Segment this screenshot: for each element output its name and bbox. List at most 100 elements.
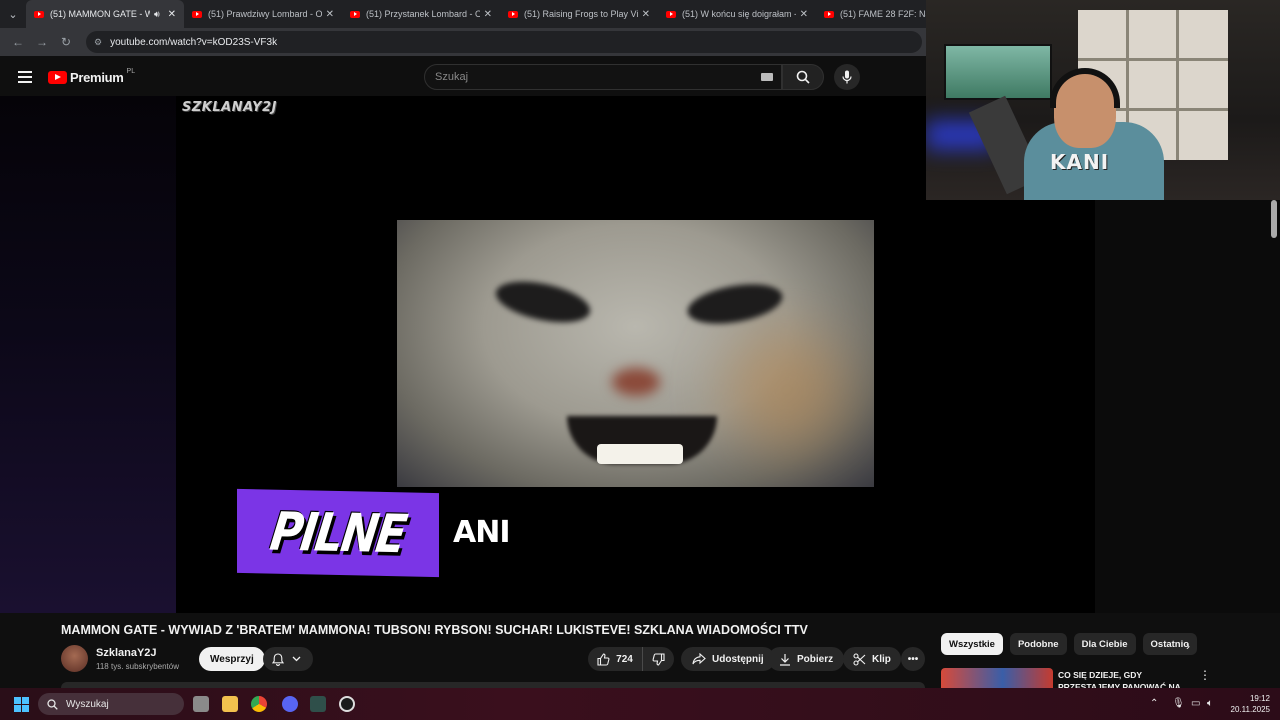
page-scrollbar[interactable] [1271, 200, 1277, 238]
youtube-favicon-icon [508, 10, 518, 18]
microphone-icon[interactable]: 🎙︎ [1172, 698, 1185, 709]
youtube-favicon-icon [824, 10, 834, 18]
windows-taskbar: Wyszukaj ⌃ 🎙︎ ▭ 🔈︎ 19:12 20.11.2025 [0, 688, 1280, 720]
youtube-favicon-icon [34, 10, 44, 18]
youtube-favicon-icon [350, 10, 360, 18]
close-tab-icon[interactable]: ✕ [168, 9, 176, 20]
cat-teeth [597, 444, 683, 464]
channel-avatar[interactable] [61, 645, 88, 672]
more-horizontal-icon: ••• [907, 653, 919, 665]
chevron-right-icon[interactable]: › [1186, 639, 1190, 653]
tab-przystanek-lombard[interactable]: (51) Przystanek Lombard - Odc ✕ [342, 0, 500, 28]
recommended-video-thumbnail[interactable] [941, 668, 1053, 688]
ambient-glow-right [1095, 200, 1280, 613]
like-button[interactable]: 724 [588, 647, 643, 671]
screen: ⌄ (51) MAMMON GATE - WYWIAD 🔊︎ ✕ (51) Pr… [0, 0, 1280, 720]
site-info-icon[interactable]: ⚙ [94, 37, 102, 48]
video-title: MAMMON GATE - WYWIAD Z 'BRATEM' MAMMONA!… [61, 623, 808, 637]
voice-search-button[interactable] [834, 64, 860, 90]
webcam-overlay: KANI [926, 0, 1280, 200]
clip-label: Klip [872, 653, 891, 665]
tab-w-koncu[interactable]: (51) W końcu się doigrałam - w ✕ [658, 0, 816, 28]
tab-prawdziwy-lombard[interactable]: (51) Prawdziwy Lombard - Odc ✕ [184, 0, 342, 28]
channel-watermark: SZKLANAY2J [182, 100, 277, 115]
clip-button[interactable]: Klip [843, 647, 901, 671]
tab-raising-frogs[interactable]: (51) Raising Frogs to Play Video ✕ [500, 0, 658, 28]
cat-nose [612, 368, 660, 396]
cat-image [397, 220, 874, 487]
more-vertical-icon[interactable]: ⋮ [1199, 668, 1211, 682]
dislike-button[interactable] [643, 647, 674, 671]
cat-eye [492, 274, 594, 330]
video-details: MAMMON GATE - WYWIAD Z 'BRATEM' MAMMONA!… [0, 613, 1280, 688]
chip-for-you[interactable]: Dla Ciebie [1073, 633, 1136, 655]
tab-mammon-gate[interactable]: (51) MAMMON GATE - WYWIAD 🔊︎ ✕ [26, 0, 184, 28]
search-placeholder: Szukaj [435, 71, 469, 83]
breaking-news-banner: PILNE [237, 488, 439, 578]
search-button[interactable] [782, 64, 824, 90]
close-tab-icon[interactable]: ✕ [326, 9, 334, 20]
taskbar-search[interactable]: Wyszukaj [38, 693, 184, 715]
youtube-favicon-icon [666, 10, 676, 18]
tab-title: (51) W końcu się doigrałam - w [682, 9, 796, 19]
clock-time: 19:12 [1249, 694, 1270, 703]
youtube-favicon-icon [192, 10, 202, 18]
shirt-print: KANI [1050, 150, 1110, 174]
bell-icon [272, 652, 284, 666]
logo-text: Premium [70, 69, 124, 85]
url-field[interactable]: ⚙ youtube.com/watch?v=kOD23S-VF3k [86, 31, 922, 53]
tab-title: (51) Raising Frogs to Play Video [524, 9, 638, 19]
tab-search-chevron-icon[interactable]: ⌄ [0, 0, 26, 28]
chip-all[interactable]: Wszystkie [941, 633, 1003, 655]
keyboard-icon[interactable] [761, 73, 773, 81]
search-input[interactable]: Szukaj [424, 64, 782, 90]
like-dislike-group: 724 [588, 647, 674, 671]
chevron-up-icon[interactable]: ⌃ [1150, 698, 1158, 709]
windows-start-icon[interactable] [14, 697, 29, 712]
tab-title: (51) MAMMON GATE - WYWIAD [50, 9, 150, 19]
banner-label: PILNE [266, 501, 410, 565]
search-icon [47, 698, 58, 710]
microphone-icon [842, 70, 852, 84]
chrome-icon[interactable] [251, 696, 267, 712]
close-tab-icon[interactable]: ✕ [642, 9, 650, 20]
share-icon [692, 653, 706, 665]
download-button[interactable]: Pobierz [768, 647, 845, 671]
chip-related[interactable]: Podobne [1009, 633, 1067, 655]
forward-arrow-icon[interactable]: → [30, 35, 54, 49]
file-explorer-icon[interactable] [222, 696, 238, 712]
more-actions-button[interactable]: ••• [901, 647, 925, 671]
hamburger-menu-icon[interactable] [18, 71, 32, 83]
close-tab-icon[interactable]: ✕ [484, 9, 492, 20]
obs-icon[interactable] [339, 696, 355, 712]
search-icon [796, 70, 810, 84]
back-arrow-icon[interactable]: ← [6, 35, 30, 49]
recommendation-filter-chips: Wszystkie Podobne Dla Ciebie Ostatnio [941, 633, 1198, 655]
subscription-bell-button[interactable] [263, 647, 313, 671]
recommended-video-title[interactable]: CO SIĘ DZIEJE, GDY PRZESTAJEMY PANOWAĆ N… [1058, 669, 1188, 688]
tab-title: (51) Prawdziwy Lombard - Odc [208, 9, 322, 19]
youtube-header: Premium PL Szukaj [0, 58, 926, 96]
close-tab-icon[interactable]: ✕ [800, 9, 808, 20]
youtube-premium-logo[interactable]: Premium PL [48, 68, 135, 85]
task-view-icon[interactable] [193, 696, 209, 712]
share-button[interactable]: Udostępnij [681, 647, 775, 671]
app-icon[interactable] [310, 696, 326, 712]
url-text: youtube.com/watch?v=kOD23S-VF3k [110, 36, 278, 48]
system-clock[interactable]: 19:12 20.11.2025 [1226, 693, 1270, 715]
network-icon[interactable]: ▭ [1191, 698, 1200, 709]
speaker-icon[interactable]: 🔊︎ [154, 9, 160, 20]
clock-date: 20.11.2025 [1230, 705, 1270, 714]
thumbs-down-icon [652, 652, 665, 666]
aquarium [944, 44, 1052, 100]
channel-name[interactable]: SzklanaY2J [96, 647, 157, 659]
taskbar-search-placeholder: Wyszukaj [66, 698, 109, 710]
volume-icon[interactable]: 🔈︎ [1207, 698, 1213, 709]
reload-icon[interactable]: ↻ [54, 35, 78, 49]
support-button[interactable]: Wesprzyj [199, 647, 265, 671]
cat-eye [684, 277, 786, 331]
subscriber-count: 118 tys. subskrybentów [96, 662, 180, 671]
youtube-play-icon [48, 70, 67, 84]
download-label: Pobierz [797, 653, 834, 665]
discord-icon[interactable] [282, 696, 298, 712]
